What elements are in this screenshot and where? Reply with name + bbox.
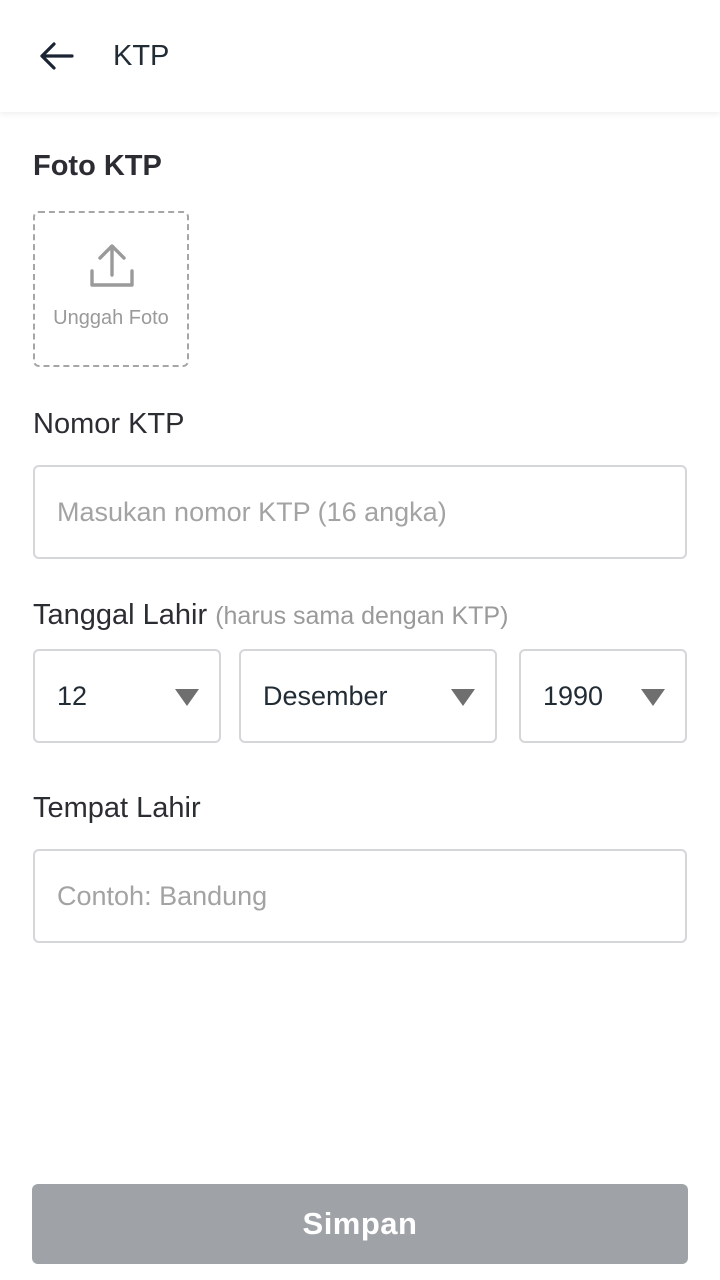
birth-date-label: Tanggal Lahir (harus sama dengan KTP) (33, 595, 508, 636)
birth-year-value: 1990 (543, 681, 604, 711)
birth-day-value: 12 (57, 681, 88, 711)
photo-label: Foto KTP (33, 150, 162, 182)
arrow-left-icon (40, 42, 74, 70)
upload-photo-label: Unggah Foto (53, 307, 169, 329)
birth-place-label: Tempat Lahir (33, 792, 201, 824)
back-button[interactable] (28, 32, 84, 80)
app-bar: KTP (0, 0, 720, 112)
birth-month-value: Desember (263, 681, 388, 711)
birth-day-select[interactable]: 12 (33, 649, 221, 743)
save-button[interactable]: Simpan (32, 1184, 688, 1264)
chevron-down-icon (641, 689, 665, 706)
nik-input[interactable] (33, 465, 687, 559)
birth-date-label-text: Tanggal Lahir (33, 599, 208, 631)
chevron-down-icon (175, 689, 199, 706)
birth-place-input[interactable] (33, 849, 687, 943)
nik-label: Nomor KTP (33, 408, 185, 440)
birth-date-hint: (harus sama dengan KTP) (215, 602, 509, 630)
page-title: KTP (113, 40, 170, 72)
birth-year-select[interactable]: 1990 (519, 649, 687, 743)
birth-month-select[interactable]: Desember (239, 649, 497, 743)
chevron-down-icon (451, 689, 475, 706)
upload-icon (90, 244, 134, 287)
upload-photo-button[interactable]: Unggah Foto (33, 211, 189, 367)
